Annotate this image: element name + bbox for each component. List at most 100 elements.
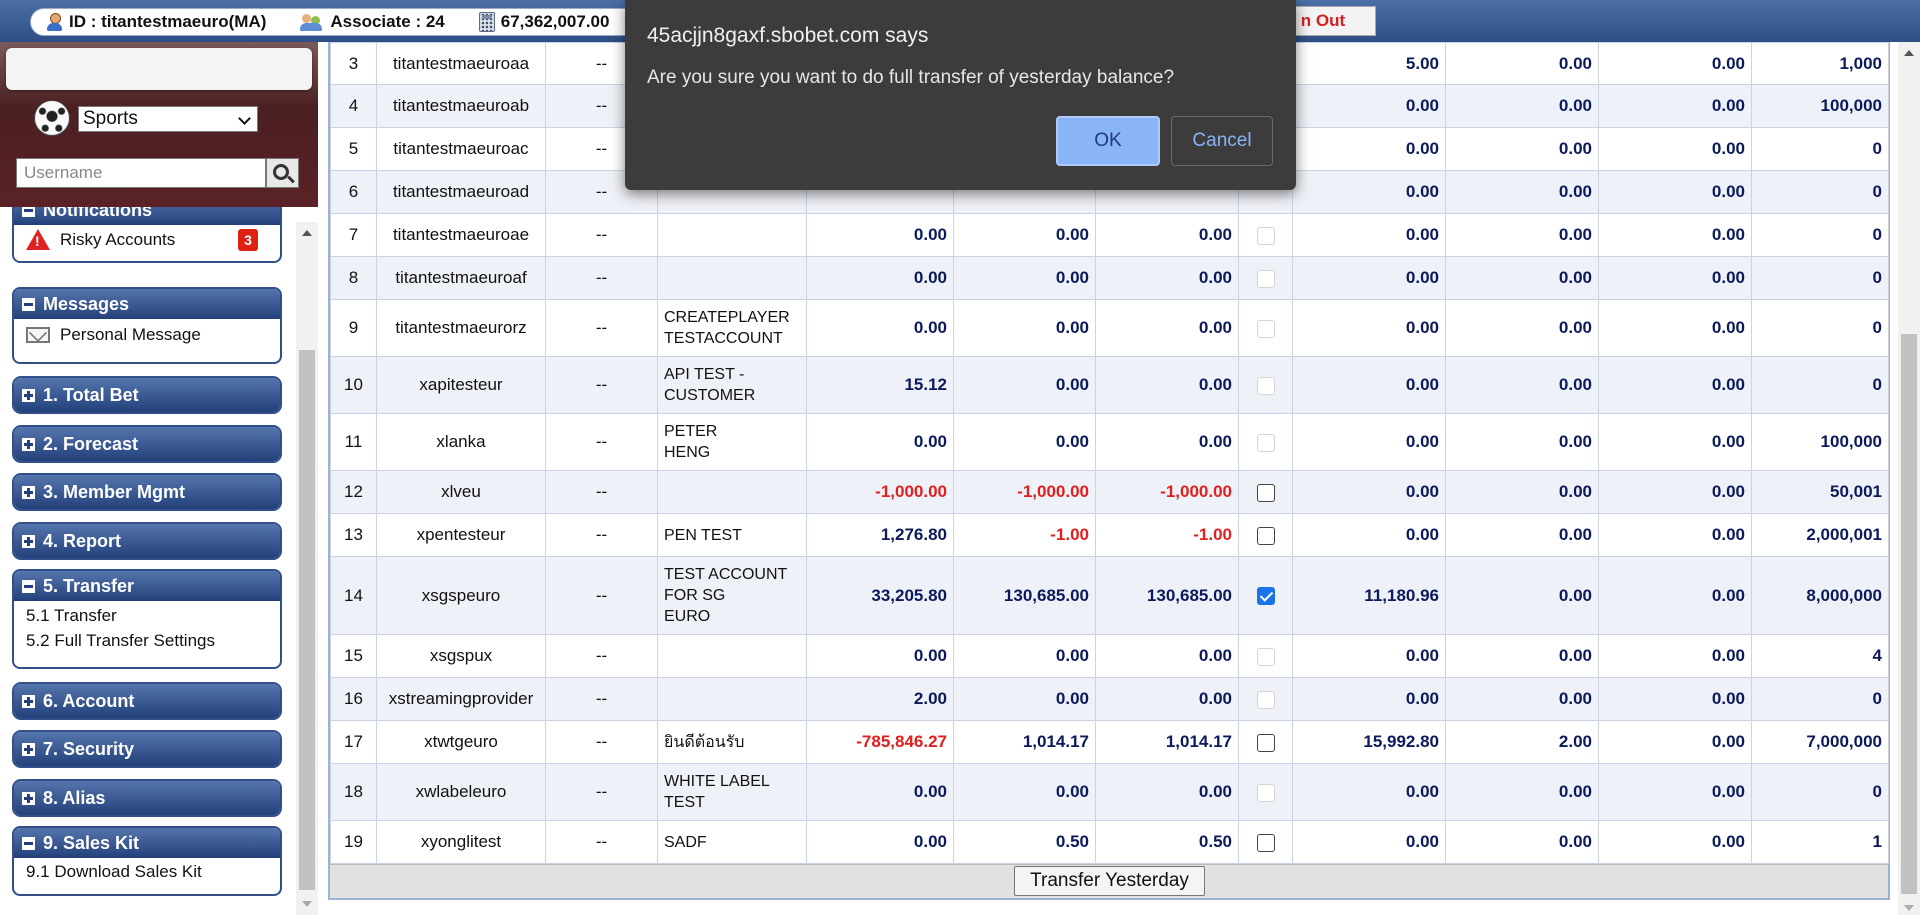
status-cell: -- — [545, 356, 658, 414]
full-transfer-settings-link[interactable]: 5.2 Full Transfer Settings — [14, 628, 280, 653]
username-cell: xapitesteur — [376, 356, 546, 414]
row-number: 6 — [330, 170, 377, 214]
sidebar-scroll-thumb[interactable] — [299, 350, 315, 890]
amount-cell: 0.00 — [953, 256, 1096, 300]
page-scroll-thumb[interactable] — [1901, 334, 1917, 894]
confirm-dialog: 45acjjn8gaxf.sbobet.com says Are you sur… — [625, 0, 1296, 190]
username-search-input[interactable]: Username — [16, 158, 266, 188]
balance-cell: 0.00 — [1292, 299, 1446, 357]
transfer-checkbox[interactable] — [1256, 833, 1275, 852]
cancel-button[interactable]: Cancel — [1171, 116, 1273, 166]
menu-report[interactable]: 4. Report — [12, 522, 282, 560]
amount-cell: 1,276.80 — [806, 513, 954, 557]
sidebar-scrollbar[interactable] — [296, 222, 318, 915]
balance-info: 67,362,007.00 — [478, 12, 609, 32]
balance-cell: 1,000 — [1751, 42, 1889, 85]
sales-kit-header[interactable]: 9. Sales Kit — [14, 828, 280, 858]
contact-name-cell: PEN TEST — [657, 513, 807, 557]
row-number: 7 — [330, 213, 377, 257]
amount-cell: 130,685.00 — [953, 556, 1096, 635]
balance-cell: 0.00 — [1445, 513, 1599, 557]
amount-cell: 33,205.80 — [806, 556, 954, 635]
amount-cell: 0.00 — [953, 299, 1096, 357]
collapse-icon — [22, 297, 35, 311]
contact-name-cell — [657, 677, 807, 721]
scroll-up-icon[interactable] — [302, 230, 312, 236]
amount-cell: 0.00 — [806, 299, 954, 357]
balance-cell: 0.00 — [1292, 513, 1446, 557]
messages-header[interactable]: Messages — [14, 289, 280, 319]
scroll-down-icon[interactable] — [1904, 905, 1914, 911]
transfer-link[interactable]: 5.1 Transfer — [14, 603, 280, 628]
menu-member-mgmt[interactable]: 3. Member Mgmt — [12, 473, 282, 511]
amount-cell: 0.00 — [806, 820, 954, 864]
balance-cell: 0.00 — [1292, 356, 1446, 414]
search-button[interactable] — [266, 158, 299, 188]
table-row: 10 xapitesteur -- API TEST - CUSTOMER 15.12 0… — [330, 356, 1889, 414]
messages-panel: Messages Personal Message — [12, 287, 282, 364]
menu-total-bet[interactable]: 1. Total Bet — [12, 376, 282, 414]
status-cell: -- — [545, 413, 658, 471]
mail-icon — [26, 327, 50, 343]
amount-cell: 0.00 — [953, 413, 1096, 471]
transfer-checkbox — [1256, 376, 1275, 395]
scroll-up-icon[interactable] — [1904, 50, 1914, 56]
ok-button[interactable]: OK — [1056, 116, 1160, 166]
download-sales-kit-link[interactable]: 9.1 Download Sales Kit — [14, 860, 280, 884]
row-number: 9 — [330, 299, 377, 357]
select-cell — [1238, 720, 1293, 764]
balance-cell: 0.00 — [1445, 677, 1599, 721]
sport-select[interactable]: Sports — [78, 106, 258, 132]
balance-cell: 0 — [1751, 677, 1889, 721]
amount-cell: 0.00 — [953, 634, 1096, 678]
balance-cell: 0.00 — [1598, 127, 1752, 171]
table-row: 12 xlveu -- -1,000.00 -1,000.00 -1,000.00 0.00… — [330, 470, 1889, 514]
scroll-down-icon[interactable] — [302, 901, 312, 907]
expand-icon — [22, 437, 35, 451]
status-cell: -- — [545, 820, 658, 864]
table-row: 11 xlanka -- PETER HENG 0.00 0.00 0.00 0.00 0.00… — [330, 413, 1889, 471]
menu-alias[interactable]: 8. Alias — [12, 779, 282, 817]
transfer-checkbox — [1256, 226, 1275, 245]
personal-message-item[interactable]: Personal Message — [14, 324, 280, 346]
balance-cell: 0.00 — [1598, 820, 1752, 864]
balance-cell: 0.00 — [1598, 720, 1752, 764]
row-number: 18 — [330, 763, 377, 821]
page-scrollbar[interactable] — [1898, 42, 1920, 915]
transfer-yesterday-button[interactable]: Transfer Yesterday — [1014, 866, 1205, 896]
select-cell — [1238, 513, 1293, 557]
select-cell — [1238, 677, 1293, 721]
balance-cell: 0.00 — [1292, 256, 1446, 300]
balance-cell: 0.00 — [1598, 42, 1752, 85]
amount-cell: 0.00 — [1095, 256, 1239, 300]
menu-forecast[interactable]: 2. Forecast — [12, 425, 282, 463]
amount-cell: 0.00 — [953, 763, 1096, 821]
notifications-header[interactable]: Notifications — [14, 207, 280, 225]
chevron-down-icon — [238, 112, 251, 125]
table-row: 16 xstreamingprovider -- 2.00 0.00 0.00 0.00 0.… — [330, 677, 1889, 721]
menu-security[interactable]: 7. Security — [12, 730, 282, 768]
amount-cell: 15.12 — [806, 356, 954, 414]
amount-cell: 0.00 — [1095, 677, 1239, 721]
username-cell: xsgspeuro — [376, 556, 546, 635]
balance-cell: 0.00 — [1292, 634, 1446, 678]
transfer-header[interactable]: 5. Transfer — [14, 571, 280, 601]
amount-cell: -1.00 — [1095, 513, 1239, 557]
balance-cell: 0 — [1751, 127, 1889, 171]
row-number: 14 — [330, 556, 377, 635]
balance-cell: 0.00 — [1445, 170, 1599, 214]
username-cell: xsgspux — [376, 634, 546, 678]
expand-icon — [22, 534, 35, 548]
username-cell: xpentesteur — [376, 513, 546, 557]
menu-account[interactable]: 6. Account — [12, 682, 282, 720]
transfer-checkbox[interactable] — [1256, 587, 1275, 606]
risky-accounts-item[interactable]: Risky Accounts 3 — [14, 229, 280, 251]
transfer-checkbox[interactable] — [1256, 526, 1275, 545]
balance-cell: 0.00 — [1445, 84, 1599, 128]
status-cell: -- — [545, 677, 658, 721]
balance-cell: 0 — [1751, 256, 1889, 300]
amount-cell: 0.00 — [953, 677, 1096, 721]
transfer-checkbox[interactable] — [1256, 483, 1275, 502]
row-number: 19 — [330, 820, 377, 864]
transfer-checkbox[interactable] — [1256, 733, 1275, 752]
